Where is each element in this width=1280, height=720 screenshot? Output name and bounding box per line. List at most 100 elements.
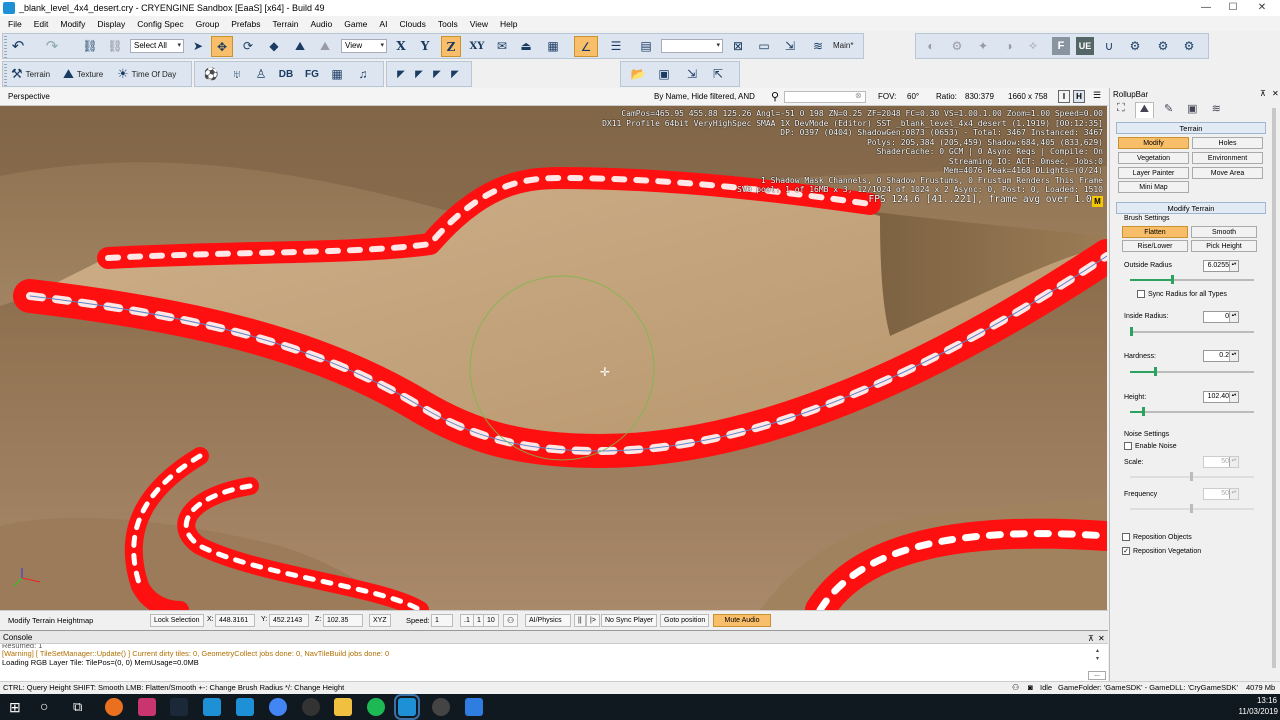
console-more-button[interactable]: ... (1088, 671, 1106, 680)
sim-icon[interactable]: ✦ (974, 37, 992, 55)
unlink-icon[interactable]: ⛓ (106, 37, 124, 55)
physics-icon[interactable]: ◐ (922, 37, 940, 55)
inside-radius-slider[interactable] (1130, 327, 1254, 336)
selection-combo[interactable]: Select All (130, 39, 184, 53)
material-editor-icon[interactable]: ⚽ (202, 65, 220, 83)
menu-config-spec[interactable]: Config Spec (137, 19, 183, 29)
import-level-icon[interactable]: ⇱ (709, 65, 727, 83)
y-field[interactable]: 452.2143 (269, 614, 309, 627)
scale-field[interactable]: 50 (1203, 456, 1239, 468)
console-pin-icon[interactable]: ⊼ (1088, 632, 1094, 645)
magnet-icon[interactable]: ∪ (1100, 37, 1118, 55)
layers-tab-icon[interactable]: ≋ (1208, 102, 1225, 118)
layers-list-icon[interactable]: ▤ (637, 37, 655, 55)
console-close-icon[interactable]: ✕ (1098, 632, 1105, 645)
helpers-toggle[interactable]: H (1073, 90, 1085, 103)
open-folder-icon[interactable]: 📂 (629, 65, 647, 83)
sync-radius-checkbox[interactable]: Sync Radius for all Types (1137, 290, 1227, 298)
rise-lower-button[interactable]: Rise/Lower (1122, 240, 1188, 252)
windows-start-icon[interactable]: ⊞ (9, 699, 21, 716)
audio-controls-icon[interactable]: ♫ (354, 65, 372, 83)
pick-height-button[interactable]: Pick Height (1191, 240, 1257, 252)
fov-value[interactable]: 60° (907, 92, 919, 101)
snap-objects-icon[interactable]: ⏏ (517, 37, 535, 55)
search-input[interactable] (784, 91, 866, 103)
export-level-icon[interactable]: ⇲ (683, 65, 701, 83)
file-explorer-icon[interactable] (334, 698, 352, 716)
speed-10-button[interactable]: 10 (483, 614, 499, 627)
hardness-field[interactable]: 0.2 (1203, 350, 1239, 362)
modify-tab-button[interactable]: Modify (1118, 137, 1189, 149)
menu-clouds[interactable]: Clouds (399, 19, 425, 29)
height-field[interactable]: 102.40 (1203, 391, 1239, 403)
align-icon[interactable]: ☰ (607, 37, 625, 55)
console-scrollbar[interactable]: ▴ ▾ (1096, 647, 1099, 663)
spotify-icon[interactable] (367, 698, 385, 716)
mute-audio-button[interactable]: Mute Audio (713, 614, 771, 627)
slider-knob[interactable] (1190, 472, 1193, 481)
inside-radius-field[interactable]: 0 (1203, 311, 1239, 323)
main-toolbar-label[interactable]: Main* (833, 41, 853, 50)
clock-date[interactable]: 11/03/2019 (1230, 707, 1278, 716)
preferences-gear-icon[interactable]: ⚙ (1154, 37, 1172, 55)
snap-grid-icon[interactable]: ▦ (543, 37, 563, 55)
close-button[interactable]: ✕ (1246, 0, 1278, 16)
flag-2-icon[interactable]: ◤ (411, 65, 427, 83)
reference-coord-combo[interactable]: View (341, 39, 387, 53)
ui-grid-icon[interactable]: ▦ (328, 65, 346, 83)
clock-time[interactable]: 13:16 (1237, 696, 1277, 705)
save-icon[interactable]: ▣ (655, 65, 673, 83)
modeling-tab-icon[interactable]: ✎ (1160, 102, 1177, 118)
smooth-button[interactable]: Smooth (1191, 226, 1257, 238)
terrain-tab-icon[interactable]: ⛰ (1134, 102, 1154, 118)
xyz-toggle[interactable]: XYZ (369, 614, 391, 627)
link-icon[interactable]: ⛓ (81, 37, 99, 55)
slider-knob[interactable] (1130, 327, 1133, 336)
rotate-icon[interactable]: ⟳ (239, 37, 257, 55)
frequency-slider[interactable] (1130, 504, 1254, 513)
mini-map-tab-button[interactable]: Mini Map (1118, 181, 1189, 193)
perspective-viewport[interactable]: ✛ CamPos=465.95 455.88 125.26 Angl=-51 0… (0, 106, 1107, 610)
checkbox-box[interactable]: ✓ (1122, 547, 1130, 555)
move-area-tab-button[interactable]: Move Area (1192, 167, 1263, 179)
mail-icon[interactable] (138, 698, 156, 716)
chrome-icon[interactable] (269, 698, 287, 716)
goto-position-button[interactable]: Goto position (660, 614, 710, 627)
reposition-objects-checkbox[interactable]: Reposition Objects (1122, 533, 1192, 541)
menu-tools[interactable]: Tools (438, 19, 458, 29)
menu-terrain[interactable]: Terrain (273, 19, 299, 29)
menu-modify[interactable]: Modify (60, 19, 85, 29)
menu-game[interactable]: Game (344, 19, 367, 29)
menu-ai[interactable]: AI (379, 19, 387, 29)
settings-gear-icon[interactable]: ⚙ (1126, 37, 1144, 55)
menu-help[interactable]: Help (500, 19, 517, 29)
resolution-value[interactable]: 1660 x 758 (1008, 92, 1048, 101)
viewport-name[interactable]: Perspective (8, 92, 50, 101)
height-slider[interactable] (1130, 407, 1254, 416)
pause-ai-icon[interactable]: ◑ (1000, 37, 1018, 55)
slider-knob[interactable] (1154, 367, 1157, 376)
font-icon[interactable]: F (1052, 37, 1070, 55)
outside-radius-field[interactable]: 6.0255 (1203, 260, 1239, 272)
export-icon[interactable]: ⇲ (781, 37, 799, 55)
move-icon[interactable]: ✥ (211, 36, 233, 57)
ui-icon[interactable]: UE (1076, 37, 1094, 55)
menu-edit[interactable]: Edit (34, 19, 49, 29)
named-selection-combo[interactable] (661, 39, 723, 53)
checkbox-box[interactable] (1124, 442, 1132, 450)
task-view-icon[interactable]: ⧉ (73, 699, 82, 715)
snap-angle-icon[interactable]: ∠ (574, 36, 598, 57)
search-icon[interactable]: ⚲ (771, 90, 779, 103)
terrain-select-icon[interactable]: ⛰ (291, 37, 309, 55)
terrain-editor-button[interactable]: ⚒ Terrain (11, 66, 50, 82)
flag-4-icon[interactable]: ◤ (447, 65, 463, 83)
viewport-menu-icon[interactable]: ☰ (1089, 90, 1105, 103)
axis-z-button[interactable]: Z (441, 36, 461, 57)
vegetation-tab-button[interactable]: Vegetation (1118, 152, 1189, 164)
flag-3-icon[interactable]: ◤ (429, 65, 445, 83)
database-button[interactable]: DB (275, 65, 297, 83)
layer-painter-tab-button[interactable]: Layer Painter (1118, 167, 1189, 179)
follow-terrain-icon[interactable]: ✉ (493, 37, 511, 55)
lock-selection-button[interactable]: Lock Selection (150, 614, 204, 627)
reposition-vegetation-checkbox[interactable]: ✓ Reposition Vegetation (1122, 547, 1201, 555)
